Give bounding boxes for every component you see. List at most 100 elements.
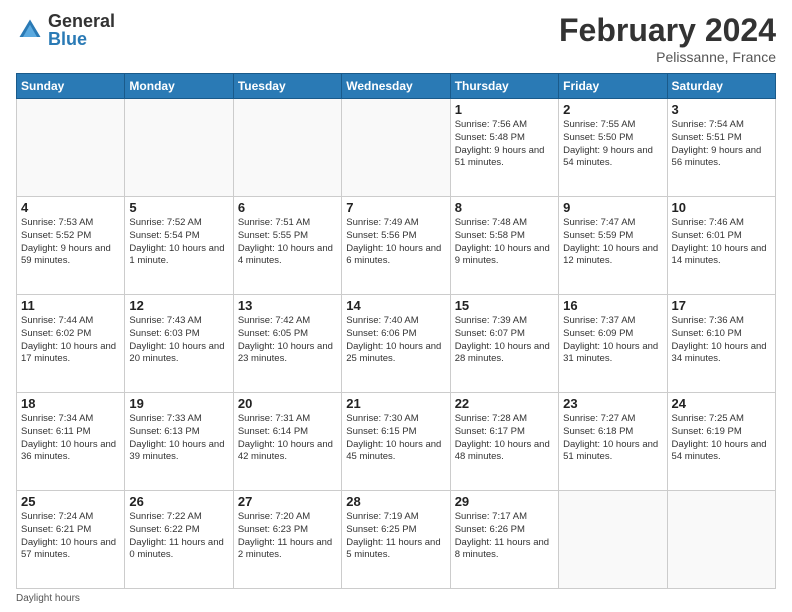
day-info: Sunrise: 7:28 AM Sunset: 6:17 PM Dayligh… <box>455 413 554 464</box>
day-info: Sunrise: 7:56 AM Sunset: 5:48 PM Dayligh… <box>455 119 554 170</box>
day-info: Sunrise: 7:25 AM Sunset: 6:19 PM Dayligh… <box>672 413 771 464</box>
day-info: Sunrise: 7:42 AM Sunset: 6:05 PM Dayligh… <box>238 315 337 366</box>
calendar-cell: 16Sunrise: 7:37 AM Sunset: 6:09 PM Dayli… <box>559 295 667 393</box>
calendar-location: Pelissanne, France <box>559 49 776 65</box>
calendar-cell: 29Sunrise: 7:17 AM Sunset: 6:26 PM Dayli… <box>450 491 558 589</box>
day-info: Sunrise: 7:48 AM Sunset: 5:58 PM Dayligh… <box>455 217 554 268</box>
week-row-1: 1Sunrise: 7:56 AM Sunset: 5:48 PM Daylig… <box>17 99 776 197</box>
day-header-saturday: Saturday <box>667 74 775 99</box>
day-number: 18 <box>21 396 120 411</box>
calendar-cell: 3 Sunrise: 7:54 AM Sunset: 5:51 PM Daylig… <box>667 99 775 197</box>
day-number: 28 <box>346 494 445 509</box>
day-header-friday: Friday <box>559 74 667 99</box>
calendar-cell: 18 Sunrise: 7:34 AM Sunset: 6:11 PM Dayli… <box>17 393 125 491</box>
day-number: 14 <box>346 298 445 313</box>
calendar-cell: 21 Sunrise: 7:30 AM Sunset: 6:15 PM Dayli… <box>342 393 450 491</box>
day-number: 22 <box>455 396 554 411</box>
calendar-cell: 12 Sunrise: 7:43 AM Sunset: 6:03 PM Dayli… <box>125 295 233 393</box>
day-info: Sunrise: 7:34 AM Sunset: 6:11 PM Dayligh… <box>21 413 120 464</box>
calendar-cell: 8 Sunrise: 7:48 AM Sunset: 5:58 PM Daylig… <box>450 197 558 295</box>
day-number: 19 <box>129 396 228 411</box>
calendar-cell <box>342 99 450 197</box>
calendar-cell: 14 Sunrise: 7:40 AM Sunset: 6:06 PM Dayli… <box>342 295 450 393</box>
day-number: 15 <box>455 298 554 313</box>
calendar-cell <box>125 99 233 197</box>
day-info: Sunrise: 7:55 AM Sunset: 5:50 PM Dayligh… <box>563 119 662 170</box>
logo-blue-text: Blue <box>48 30 115 48</box>
day-info: Sunrise: 7:36 AM Sunset: 6:10 PM Dayligh… <box>672 315 771 366</box>
calendar-cell: 23 Sunrise: 7:27 AM Sunset: 6:18 PM Dayli… <box>559 393 667 491</box>
day-number: 17 <box>672 298 771 313</box>
day-info: Sunrise: 7:33 AM Sunset: 6:13 PM Dayligh… <box>129 413 228 464</box>
day-number: 8 <box>455 200 554 215</box>
calendar-cell: 22 Sunrise: 7:28 AM Sunset: 6:17 PM Dayli… <box>450 393 558 491</box>
header: General Blue February 2024 Pelissanne, F… <box>16 12 776 65</box>
day-number: 20 <box>238 396 337 411</box>
day-info: Sunrise: 7:49 AM Sunset: 5:56 PM Dayligh… <box>346 217 445 268</box>
week-row-2: 4 Sunrise: 7:53 AM Sunset: 5:52 PM Daylig… <box>17 197 776 295</box>
logo-general-text: General <box>48 12 115 30</box>
calendar-title: February 2024 <box>559 12 776 49</box>
calendar-cell: 25 Sunrise: 7:24 AM Sunset: 6:21 PM Dayli… <box>17 491 125 589</box>
day-header-wednesday: Wednesday <box>342 74 450 99</box>
day-info: Sunrise: 7:46 AM Sunset: 6:01 PM Dayligh… <box>672 217 771 268</box>
week-row-4: 18 Sunrise: 7:34 AM Sunset: 6:11 PM Dayli… <box>17 393 776 491</box>
day-number: 21 <box>346 396 445 411</box>
calendar-table: SundayMondayTuesdayWednesdayThursdayFrid… <box>16 73 776 589</box>
logo-text: General Blue <box>48 12 115 48</box>
day-number: 7 <box>346 200 445 215</box>
day-info: Sunrise: 7:47 AM Sunset: 5:59 PM Dayligh… <box>563 217 662 268</box>
day-number: 5 <box>129 200 228 215</box>
day-info: Sunrise: 7:24 AM Sunset: 6:21 PM Dayligh… <box>21 511 120 562</box>
day-number: 16 <box>563 298 662 313</box>
footer-note: Daylight hours <box>16 593 776 604</box>
day-info: Sunrise: 7:43 AM Sunset: 6:03 PM Dayligh… <box>129 315 228 366</box>
day-info: Sunrise: 7:54 AM Sunset: 5:51 PM Dayligh… <box>672 119 771 170</box>
calendar-cell: 27Sunrise: 7:20 AM Sunset: 6:23 PM Dayli… <box>233 491 341 589</box>
day-info: Sunrise: 7:17 AM Sunset: 6:26 PM Dayligh… <box>455 511 554 562</box>
day-number: 12 <box>129 298 228 313</box>
day-number: 13 <box>238 298 337 313</box>
calendar-cell: 11Sunrise: 7:44 AM Sunset: 6:02 PM Dayli… <box>17 295 125 393</box>
day-info: Sunrise: 7:22 AM Sunset: 6:22 PM Dayligh… <box>129 511 228 562</box>
day-number: 23 <box>563 396 662 411</box>
calendar-cell: 6 Sunrise: 7:51 AM Sunset: 5:55 PM Daylig… <box>233 197 341 295</box>
calendar-cell: 28 Sunrise: 7:19 AM Sunset: 6:25 PM Dayli… <box>342 491 450 589</box>
day-header-monday: Monday <box>125 74 233 99</box>
day-number: 25 <box>21 494 120 509</box>
day-info: Sunrise: 7:53 AM Sunset: 5:52 PM Dayligh… <box>21 217 120 268</box>
calendar-cell: 9 Sunrise: 7:47 AM Sunset: 5:59 PM Daylig… <box>559 197 667 295</box>
day-number: 26 <box>129 494 228 509</box>
day-header-thursday: Thursday <box>450 74 558 99</box>
calendar-cell: 1Sunrise: 7:56 AM Sunset: 5:48 PM Daylig… <box>450 99 558 197</box>
calendar-cell <box>559 491 667 589</box>
page: General Blue February 2024 Pelissanne, F… <box>0 0 792 612</box>
day-info: Sunrise: 7:27 AM Sunset: 6:18 PM Dayligh… <box>563 413 662 464</box>
day-number: 24 <box>672 396 771 411</box>
day-number: 6 <box>238 200 337 215</box>
day-info: Sunrise: 7:40 AM Sunset: 6:06 PM Dayligh… <box>346 315 445 366</box>
day-info: Sunrise: 7:39 AM Sunset: 6:07 PM Dayligh… <box>455 315 554 366</box>
day-number: 3 <box>672 102 771 117</box>
calendar-cell <box>17 99 125 197</box>
day-info: Sunrise: 7:30 AM Sunset: 6:15 PM Dayligh… <box>346 413 445 464</box>
calendar-cell: 13 Sunrise: 7:42 AM Sunset: 6:05 PM Dayli… <box>233 295 341 393</box>
day-info: Sunrise: 7:19 AM Sunset: 6:25 PM Dayligh… <box>346 511 445 562</box>
calendar-cell: 7 Sunrise: 7:49 AM Sunset: 5:56 PM Daylig… <box>342 197 450 295</box>
week-row-3: 11Sunrise: 7:44 AM Sunset: 6:02 PM Dayli… <box>17 295 776 393</box>
calendar-cell: 15 Sunrise: 7:39 AM Sunset: 6:07 PM Dayli… <box>450 295 558 393</box>
day-number: 2 <box>563 102 662 117</box>
calendar-cell: 17 Sunrise: 7:36 AM Sunset: 6:10 PM Dayli… <box>667 295 775 393</box>
calendar-cell: 20 Sunrise: 7:31 AM Sunset: 6:14 PM Dayli… <box>233 393 341 491</box>
day-number: 4 <box>21 200 120 215</box>
day-info: Sunrise: 7:44 AM Sunset: 6:02 PM Dayligh… <box>21 315 120 366</box>
day-number: 9 <box>563 200 662 215</box>
day-info: Sunrise: 7:52 AM Sunset: 5:54 PM Dayligh… <box>129 217 228 268</box>
day-info: Sunrise: 7:31 AM Sunset: 6:14 PM Dayligh… <box>238 413 337 464</box>
calendar-cell: 26 Sunrise: 7:22 AM Sunset: 6:22 PM Dayli… <box>125 491 233 589</box>
logo-icon <box>16 16 44 44</box>
day-info: Sunrise: 7:51 AM Sunset: 5:55 PM Dayligh… <box>238 217 337 268</box>
calendar-cell: 5 Sunrise: 7:52 AM Sunset: 5:54 PM Daylig… <box>125 197 233 295</box>
day-header-sunday: Sunday <box>17 74 125 99</box>
day-header-tuesday: Tuesday <box>233 74 341 99</box>
